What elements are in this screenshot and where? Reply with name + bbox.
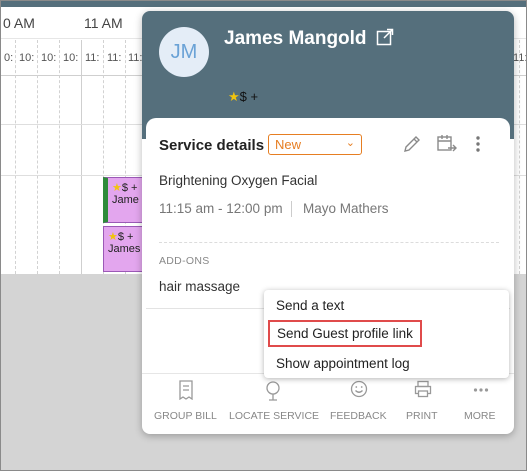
addons-label: ADD-ONS: [159, 255, 210, 267]
print-button[interactable]: PRINT: [400, 374, 446, 434]
service-time: 11:15 am - 12:00 pm: [159, 201, 283, 216]
grid-line: [15, 40, 16, 274]
tool-label: GROUP BILL: [154, 410, 217, 422]
group-bill-button[interactable]: GROUP BILL: [150, 374, 222, 434]
status-dropdown[interactable]: New ⌄: [268, 134, 362, 155]
reschedule-icon[interactable]: [436, 134, 458, 154]
addon-item: hair massage: [159, 279, 241, 294]
guest-name[interactable]: James Mangold: [224, 28, 367, 50]
service-name: Brightening Oxygen Facial: [159, 173, 318, 188]
ellipsis-icon: [473, 388, 489, 392]
star-icon: ★: [112, 182, 122, 194]
printer-icon: [414, 380, 432, 398]
service-details-title: Service details: [159, 137, 265, 154]
appointment-badges: $ +: [121, 182, 138, 194]
minute-label: 0:: [4, 52, 14, 64]
hour-label: 0 AM: [3, 15, 35, 31]
status-value: New: [275, 137, 302, 152]
action-toolbar: GROUP BILL LOCATE SERVICE FEEDBACK PRINT…: [142, 373, 514, 434]
divider: [291, 201, 292, 217]
tool-label: MORE: [464, 410, 496, 422]
minute-label: 11:: [128, 52, 143, 64]
grid-line: [37, 40, 38, 274]
minute-label: 11:: [107, 52, 122, 64]
location-icon: [266, 381, 280, 401]
guest-badge-text: $ +: [239, 89, 259, 104]
star-icon: ★: [108, 231, 118, 243]
locate-service-button[interactable]: LOCATE SERVICE: [226, 374, 320, 434]
tool-label: LOCATE SERVICE: [229, 410, 320, 422]
tool-label: FEEDBACK: [330, 410, 387, 422]
appointment-name: Jame: [112, 194, 139, 206]
appointment-name: James: [108, 243, 141, 255]
guest-badges: ★$ +: [228, 89, 258, 105]
open-external-icon[interactable]: [376, 28, 394, 46]
minute-label: 11:: [513, 52, 527, 64]
app-frame: 0 AM 11 AM 0: 10: 10: 10: 11: 11: 11: 11…: [0, 0, 527, 471]
smiley-icon: [350, 380, 368, 398]
feedback-button[interactable]: FEEDBACK: [326, 374, 392, 434]
service-staff: Mayo Mathers: [303, 201, 389, 216]
menu-item-send-text[interactable]: Send a text: [276, 298, 344, 313]
appointment-badges: $ +: [117, 231, 134, 243]
more-options-menu: Send a text Send Guest profile link Show…: [264, 290, 509, 378]
edit-icon[interactable]: [402, 134, 422, 154]
more-options-icon[interactable]: [473, 134, 483, 154]
grid-line: [81, 40, 82, 274]
star-icon: ★: [228, 89, 240, 104]
chevron-down-icon: ⌄: [345, 137, 355, 149]
avatar[interactable]: JM: [159, 27, 209, 77]
hour-label: 11 AM: [84, 15, 123, 31]
menu-item-show-appointment-log[interactable]: Show appointment log: [276, 356, 410, 371]
minute-label: 10:: [19, 52, 35, 64]
grid-line: [519, 40, 520, 274]
minute-label: 11:: [85, 52, 100, 64]
more-button[interactable]: MORE: [458, 374, 504, 434]
receipt-icon: [179, 380, 193, 400]
menu-item-send-guest-profile-link[interactable]: Send Guest profile link: [268, 320, 422, 347]
minute-label: 10:: [41, 52, 57, 64]
grid-line: [59, 40, 60, 274]
divider: [159, 242, 499, 243]
minute-label: 10:: [63, 52, 79, 64]
tool-label: PRINT: [406, 410, 438, 422]
